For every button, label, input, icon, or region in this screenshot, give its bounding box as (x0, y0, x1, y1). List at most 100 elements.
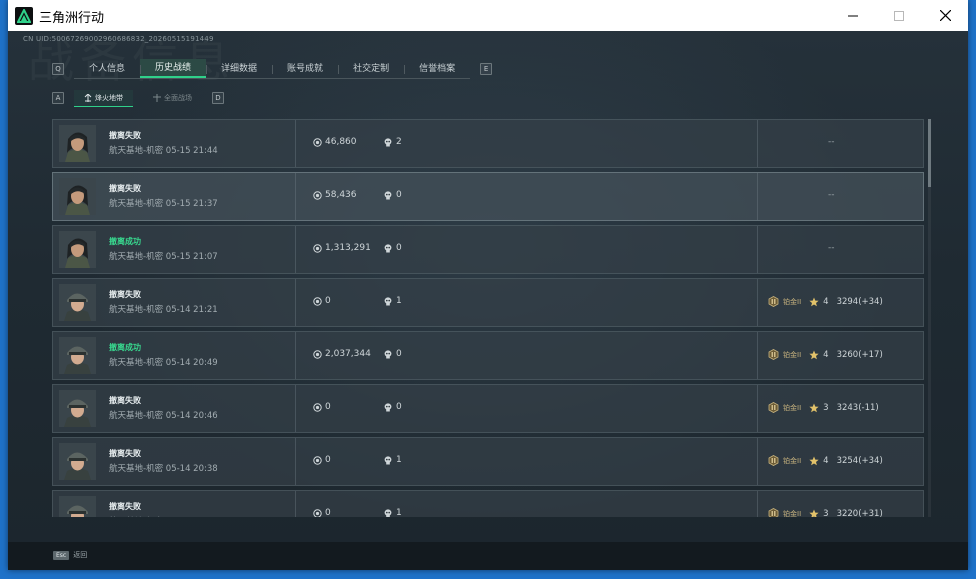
rank-score: 3220(+31) (836, 508, 883, 518)
match-record-row[interactable]: 撤离失败航天基地-机密 05-15 21:44 46,860 2 -- (52, 119, 924, 168)
map-and-time: 航天基地-机密 05-15 21:37 (109, 197, 218, 209)
kill-count: 2 (384, 137, 402, 147)
map-name: 航天基地-机密 (109, 252, 164, 262)
rank-tier: 铂金II (783, 350, 802, 359)
rank-empty: -- (828, 243, 835, 253)
prev-mode-key[interactable]: A (52, 92, 64, 104)
match-time: 05-14 21:21 (165, 305, 218, 315)
main-tabs: Q 个人信息 历史战绩 详细数据 账号成就 社交定制 信誉档案 E (52, 59, 493, 79)
match-record-row[interactable]: 撤离失败 航天基地-机密 05-15 21:37 58,436 0 -- (52, 172, 924, 221)
scrollbar-thumb[interactable] (928, 119, 931, 187)
extraction-status: 撤离失败 (109, 290, 141, 299)
rank-stars: 3 (823, 402, 829, 413)
column-divider (295, 438, 296, 485)
skull-icon (384, 508, 392, 517)
kill-number: 0 (396, 190, 402, 200)
next-tab-key[interactable]: E (480, 63, 493, 75)
tab-2[interactable]: 详细数据 (206, 59, 272, 78)
map-name: 航天基地-机密 (109, 305, 164, 315)
star-icon (809, 456, 819, 465)
value-earned: 58,436 (313, 190, 357, 200)
tab-3[interactable]: 账号成就 (272, 59, 338, 78)
kill-number: 1 (396, 455, 402, 465)
kill-count: 1 (384, 296, 402, 306)
column-divider (757, 279, 758, 326)
coin-icon (313, 137, 322, 147)
tab-4[interactable]: 社交定制 (338, 59, 404, 78)
column-divider (295, 120, 296, 167)
prev-tab-key[interactable]: Q (52, 63, 64, 75)
map-name: 航天基地-机密 (109, 411, 164, 421)
subtab-warfare[interactable]: 全面战场 (143, 90, 202, 106)
skull-icon (384, 402, 392, 411)
kill-number: 0 (396, 349, 402, 359)
operator-portrait (59, 443, 96, 480)
maximize-button[interactable] (876, 0, 922, 31)
map-and-time: 航天基地-机密 05-15 21:07 (109, 250, 218, 262)
tab-5[interactable]: 信誉档案 (404, 59, 470, 78)
coin-amount: 0 (325, 296, 331, 306)
coin-amount: 0 (325, 455, 331, 465)
column-divider (757, 385, 758, 432)
back-button[interactable]: Esc 返回 (53, 550, 87, 560)
match-time: 05-15 21:37 (165, 199, 218, 209)
kill-count: 1 (384, 455, 402, 465)
map-and-time: 航天基地-机密 05-14 20:22 (109, 515, 218, 517)
match-record-row[interactable]: 撤离失败 航天基地-机密 05-14 21:21 0 1 铂金II 4 3294(+34) (52, 278, 924, 327)
column-divider (295, 279, 296, 326)
map-name: 航天基地-机密 (109, 146, 164, 156)
coin-amount: 46,860 (325, 137, 357, 147)
crosshair-icon (153, 94, 161, 102)
subtab-extraction[interactable]: 烽火地带 (74, 89, 133, 107)
rank-score: 3254(+34) (836, 455, 883, 466)
rank-tier: 铂金II (783, 297, 802, 306)
operator-portrait (59, 231, 96, 268)
match-record-row[interactable]: 撤离失败 航天基地-机密 05-14 20:38 0 1 铂金II 4 3254(+34) (52, 437, 924, 486)
match-time: 05-15 21:44 (165, 146, 218, 156)
operator-portrait (59, 284, 96, 321)
extraction-status: 撤离成功 (109, 237, 141, 246)
kill-count: 0 (384, 402, 402, 412)
maximize-icon (894, 10, 904, 21)
match-time: 05-14 20:38 (165, 464, 218, 474)
list-scrollbar[interactable] (928, 119, 931, 517)
coin-amount: 0 (325, 402, 331, 412)
column-divider (295, 332, 296, 379)
operator-portrait (59, 390, 96, 427)
column-divider (295, 491, 296, 517)
rank-tier: 铂金II (783, 456, 802, 465)
column-divider (757, 438, 758, 485)
coin-icon (313, 508, 322, 517)
match-record-row[interactable]: 撤离成功 航天基地-机密 05-14 20:49 2,037,344 0 铂金II 4 32… (52, 331, 924, 380)
extraction-status: 撤离失败 (109, 131, 141, 140)
extraction-status: 撤离失败 (109, 449, 141, 458)
kill-number: 1 (396, 296, 402, 306)
minimize-button[interactable] (830, 0, 876, 31)
tab-0[interactable]: 个人信息 (74, 59, 140, 78)
rank-badge-icon (768, 455, 779, 466)
game-window: 三角洲行动 战备信息 CN UID:50067269002960686832_2… (8, 0, 968, 570)
rank-tier: 铂金II (783, 509, 802, 518)
rank-badge-icon (768, 296, 779, 307)
next-mode-key[interactable]: D (212, 92, 224, 104)
match-record-row[interactable]: 撤离成功 航天基地-机密 05-15 21:07 1,313,291 0 -- (52, 225, 924, 274)
subtab-label: 烽火地带 (95, 93, 123, 102)
map-and-time: 航天基地-机密 05-14 20:49 (109, 356, 218, 368)
coin-amount: 0 (325, 508, 331, 517)
close-button[interactable] (922, 0, 968, 31)
star-icon (809, 403, 819, 412)
tab-1[interactable]: 历史战绩 (140, 59, 207, 78)
match-history-list[interactable]: 撤离失败 航天基地-机密 05-15 21:44 46,860 2 -- 撤离失败 航天基地… (52, 119, 924, 517)
match-time: 05-15 21:07 (165, 252, 218, 262)
rank-empty: -- (828, 137, 835, 147)
column-divider (295, 226, 296, 273)
match-record-row[interactable]: 撤离失败 航天基地-机密 05-14 20:46 0 0 铂金II 3 3243(-11) (52, 384, 924, 433)
mode-subtabs: A 烽火地带 全面战场 D (52, 89, 224, 107)
subtab-label: 全面战场 (164, 94, 192, 102)
match-record-row[interactable]: 撤离失败航天基地-机密 05-14 20:22 0 1 铂金II 3 3220(+31) (52, 490, 924, 517)
rank-badge-icon (768, 402, 779, 413)
coin-icon (313, 349, 322, 359)
app-logo-icon (15, 7, 33, 25)
column-divider (757, 173, 758, 220)
extraction-status: 撤离失败 (109, 396, 141, 405)
